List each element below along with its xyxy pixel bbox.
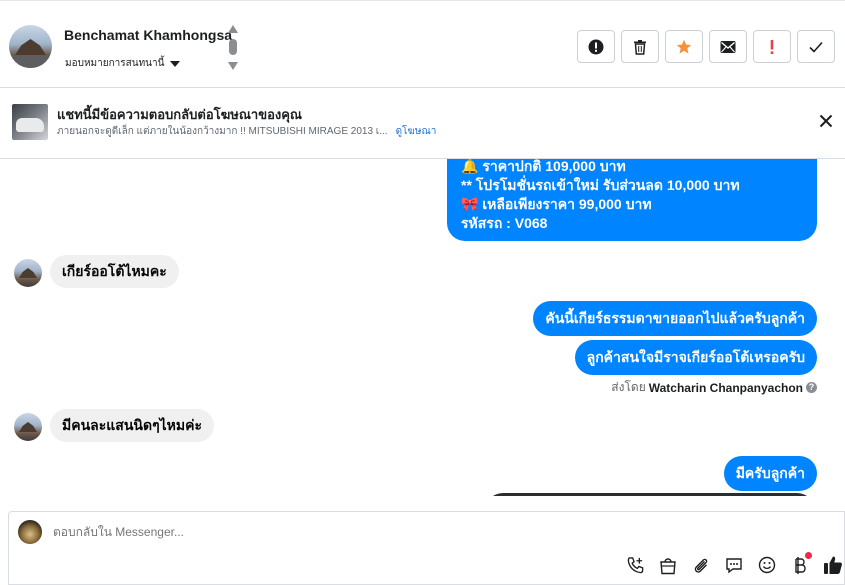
follow-up-button[interactable] bbox=[753, 30, 791, 63]
star-icon bbox=[676, 39, 692, 54]
arrow-down-icon[interactable] bbox=[228, 62, 238, 70]
check-icon bbox=[809, 41, 823, 53]
contact-avatar[interactable] bbox=[9, 25, 52, 68]
composer-toolbar bbox=[624, 552, 844, 576]
conversation-header: Benchamat Khamhongsa มอบหมายการสนทนานี้ bbox=[0, 0, 845, 88]
sent-by-prefix: ส่งโดย bbox=[611, 380, 646, 394]
sent-by-label: ส่งโดย Watcharin Chanpanyachon ? bbox=[611, 378, 817, 397]
mark-done-button[interactable] bbox=[797, 30, 835, 63]
caret-down-icon bbox=[170, 60, 181, 67]
ad-thumbnail[interactable] bbox=[12, 104, 48, 140]
envelope-icon bbox=[720, 40, 736, 53]
attach-button[interactable] bbox=[690, 554, 712, 576]
outgoing-message[interactable]: ลูกค้าสนใจมีราจเกียร์ออโต้เหรอครับ bbox=[574, 340, 817, 375]
like-button[interactable] bbox=[822, 554, 844, 576]
notification-dot bbox=[805, 552, 812, 559]
help-icon[interactable]: ? bbox=[806, 382, 817, 393]
emoji-button[interactable] bbox=[756, 554, 778, 576]
avatar-base-shape bbox=[9, 56, 52, 68]
phone-plus-icon bbox=[627, 556, 643, 573]
payment-button[interactable] bbox=[789, 552, 812, 576]
sender-avatar[interactable] bbox=[14, 413, 42, 441]
message-line: 🎀 เหลือเพียงราคา 99,000 บาท bbox=[461, 196, 652, 212]
temple-roof-shape bbox=[19, 422, 37, 432]
shopping-bag-icon bbox=[660, 557, 676, 574]
exclamation-icon bbox=[770, 39, 774, 54]
message-line: ** โปรโมชั่นรถเข้าใหม่ รับส่วนลด 10,000 … bbox=[461, 177, 740, 193]
banner-subtitle: ภายนอกจะดูดีเล็ก แต่ภายในน้องกว้างมาก !!… bbox=[57, 124, 436, 139]
incoming-message[interactable]: เกียร์ออโต้ไหมคะ bbox=[50, 255, 179, 288]
ad-description: ภายนอกจะดูดีเล็ก แต่ภายในน้องกว้างมาก !!… bbox=[57, 126, 388, 137]
view-ad-link[interactable]: ดูโฆษณา bbox=[396, 126, 437, 137]
assign-conversation-dropdown[interactable]: มอบหมายการสนทนานี้ bbox=[65, 56, 181, 71]
message-composer bbox=[8, 511, 845, 585]
sender-avatar[interactable] bbox=[14, 259, 42, 287]
close-icon[interactable] bbox=[818, 113, 834, 129]
paperclip-icon bbox=[694, 558, 708, 573]
message-line: 🔔 ราคาปกติ 109,000 บาท bbox=[461, 159, 626, 174]
mark-unread-button[interactable] bbox=[709, 30, 747, 63]
arrow-up-icon[interactable] bbox=[228, 25, 238, 33]
page-avatar bbox=[18, 520, 42, 544]
sent-by-name: Watcharin Chanpanyachon bbox=[648, 380, 803, 395]
temple-roof-shape bbox=[15, 39, 46, 55]
conversation-actions bbox=[577, 30, 835, 63]
car-shape bbox=[16, 118, 44, 132]
banner-title: แชทนี้มีข้อความตอบกลับต่อโฆษณาของคุณ bbox=[57, 107, 302, 122]
incoming-message[interactable]: มีคนละแสนนิดๆไหมค่ะ bbox=[50, 409, 214, 442]
ad-reply-message[interactable]: 🔔 ราคาปกติ 109,000 บาท ** โปรโมชั่นรถเข้… bbox=[447, 159, 817, 241]
thumbs-up-icon bbox=[824, 556, 842, 574]
temple-roof-shape bbox=[19, 268, 37, 278]
reply-input[interactable] bbox=[53, 525, 653, 539]
saved-replies-button[interactable] bbox=[723, 554, 745, 576]
message-thread[interactable]: 🔔 ราคาปกติ 109,000 บาท ** โปรโมชั่นรถเข้… bbox=[0, 159, 845, 496]
star-button[interactable] bbox=[665, 30, 703, 63]
smiley-icon bbox=[758, 556, 776, 574]
call-button[interactable] bbox=[624, 554, 646, 576]
message-line: รหัสรถ : V068 bbox=[461, 215, 548, 231]
trash-icon bbox=[634, 39, 646, 55]
assign-label: มอบหมายการสนทนานี้ bbox=[65, 58, 165, 69]
scroll-thumb[interactable] bbox=[229, 39, 237, 55]
baht-currency-icon bbox=[795, 556, 806, 574]
media-message-partial[interactable] bbox=[485, 493, 815, 496]
header-scroll-indicator[interactable] bbox=[228, 25, 238, 71]
outgoing-message[interactable]: มีครับลูกค้า bbox=[723, 456, 817, 491]
chat-bubble-icon bbox=[726, 558, 742, 574]
outgoing-message[interactable]: คันนี้เกียร์ธรรมดาขายออกไปแล้วครับลูกค้า bbox=[533, 301, 817, 336]
contact-name[interactable]: Benchamat Khamhongsa bbox=[64, 27, 232, 43]
report-button[interactable] bbox=[577, 30, 615, 63]
ad-reply-banner: แชทนี้มีข้อความตอบกลับต่อโฆษณาของคุณ ภาย… bbox=[0, 88, 845, 159]
alert-circle-icon bbox=[588, 39, 604, 54]
shop-button[interactable] bbox=[657, 554, 679, 576]
delete-button[interactable] bbox=[621, 30, 659, 63]
